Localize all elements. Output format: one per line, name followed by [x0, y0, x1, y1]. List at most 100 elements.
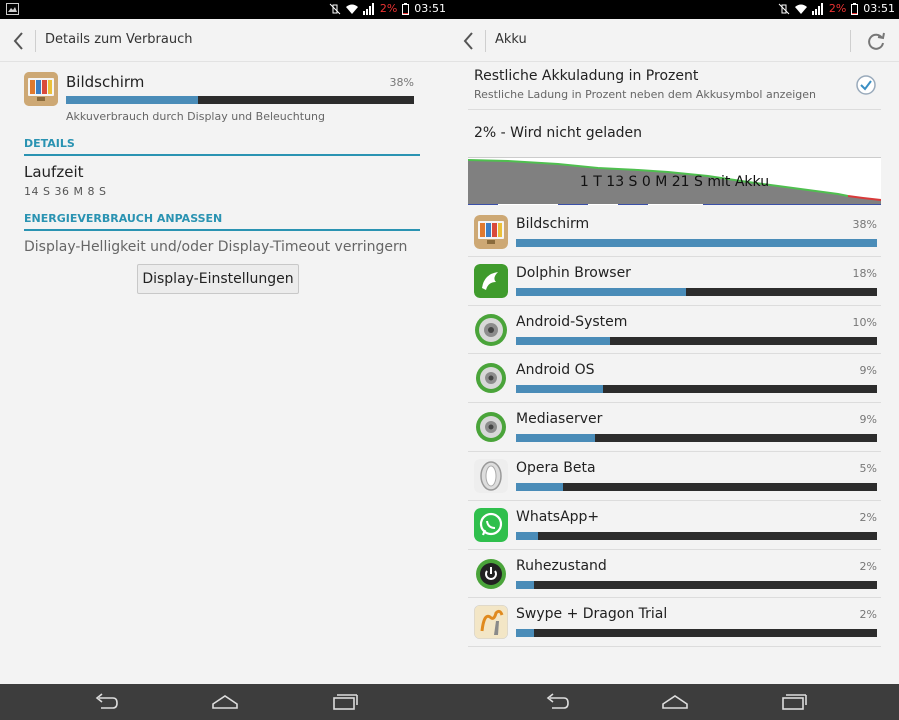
- usage-list-item[interactable]: Mediaserver 9%: [468, 403, 881, 452]
- runtime-label: Laufzeit: [24, 163, 84, 181]
- usage-bar: [516, 287, 877, 296]
- usage-percent: 2%: [859, 559, 877, 573]
- usage-bar-fill: [516, 434, 596, 443]
- app-name: Android OS: [516, 362, 595, 379]
- battery-percent-setting[interactable]: Restliche Akkuladung in Prozent Restlich…: [468, 62, 881, 110]
- usage-percent: 9%: [859, 364, 877, 378]
- nav-back-icon[interactable]: [91, 692, 121, 712]
- usage-percent: 18%: [852, 266, 877, 280]
- usage-list-item[interactable]: Swype + Dragon Trial 2%: [468, 598, 881, 648]
- screen-icon: [474, 215, 508, 249]
- nav-home-icon[interactable]: [210, 692, 240, 712]
- usage-bar: [516, 239, 877, 247]
- usage-list-item[interactable]: WhatsApp+ 2%: [468, 501, 881, 550]
- usage-bar-fill: [66, 96, 199, 104]
- usage-bar: [516, 336, 877, 345]
- opera-icon: [474, 458, 508, 493]
- usage-percent: 10%: [852, 315, 877, 329]
- app-name: Bildschirm: [66, 73, 145, 91]
- app-name: Dolphin Browser: [516, 264, 631, 281]
- nav-home-icon[interactable]: [660, 692, 690, 712]
- usage-list-item[interactable]: Bildschirm 38%: [468, 208, 881, 257]
- battery-icon: [851, 2, 859, 15]
- nav-back-icon[interactable]: [542, 692, 572, 712]
- usage-percent: 38%: [852, 218, 877, 231]
- wifi-icon: [345, 4, 358, 14]
- checkbox-checked-icon[interactable]: [855, 74, 877, 96]
- usage-list-item[interactable]: Opera Beta 5%: [468, 452, 881, 501]
- usage-bar: [516, 580, 877, 589]
- app-name: WhatsApp+: [516, 508, 600, 525]
- android-system-icon: [475, 313, 507, 346]
- gallery-notification-icon: [6, 3, 19, 15]
- nav-recents-icon[interactable]: [778, 692, 808, 712]
- page-title: Akku: [495, 32, 527, 47]
- signal-icon: [362, 2, 374, 15]
- usage-list-item[interactable]: Android OS 9%: [468, 354, 881, 404]
- battery-icon: [402, 2, 410, 15]
- back-arrow-icon[interactable]: [8, 29, 30, 53]
- mediaserver-icon: [476, 412, 506, 443]
- status-bar: 2% 03:51: [450, 0, 899, 19]
- usage-percent: 2%: [859, 608, 877, 622]
- usage-bar: [516, 482, 877, 491]
- battery-details-screen: 2% 03:51 Details zum Verbrauch Bildschir…: [0, 0, 450, 720]
- usage-bar-fill: [516, 336, 610, 345]
- refresh-icon[interactable]: [865, 30, 887, 52]
- display-settings-button[interactable]: Display-Einstellungen: [137, 264, 299, 294]
- clock: 03:51: [414, 2, 446, 15]
- divider: [35, 30, 36, 52]
- usage-bar-fill: [516, 287, 686, 296]
- usage-bar: [516, 531, 877, 540]
- whatsapp-icon: [474, 507, 508, 542]
- battery-percent: 2%: [379, 2, 398, 15]
- usage-bar-fill: [516, 482, 563, 491]
- battery-overview-screen: 2% 03:51 Akku Restliche Akkuladung in Pr…: [450, 0, 899, 720]
- usage-bar: [516, 629, 877, 638]
- back-arrow-icon[interactable]: [458, 29, 480, 53]
- dolphin-icon: [474, 263, 508, 298]
- vibrate-off-icon: [778, 3, 790, 14]
- usage-bar-fill: [516, 239, 877, 247]
- app-name: Bildschirm: [516, 216, 590, 232]
- app-name: Mediaserver: [516, 411, 603, 428]
- app-name: Android-System: [516, 313, 628, 330]
- status-bar: 2% 03:51: [0, 0, 450, 19]
- usage-list-item[interactable]: Dolphin Browser 18%: [468, 257, 881, 306]
- usage-bar: [66, 96, 414, 104]
- usage-bar-fill: [516, 580, 535, 589]
- vibrate-off-icon: [329, 3, 341, 14]
- adjust-section-header: ENERGIEVERBRAUCH ANPASSEN: [24, 212, 420, 231]
- power-icon: [476, 558, 506, 589]
- setting-subtitle: Restliche Ladung in Prozent neben dem Ak…: [474, 88, 816, 101]
- usage-percent: 5%: [859, 461, 877, 475]
- divider: [850, 30, 851, 52]
- setting-title: Restliche Akkuladung in Prozent: [474, 68, 699, 84]
- runtime-value: 14 S 36 M 8 S: [24, 185, 107, 198]
- battery-history-graph[interactable]: 1 T 13 S 0 M 21 S mit Akku: [468, 157, 881, 205]
- divider: [485, 30, 486, 52]
- action-bar: Akku: [450, 20, 899, 62]
- usage-bar-fill: [516, 385, 603, 394]
- usage-percent: 38%: [389, 76, 414, 89]
- swype-icon: [474, 605, 508, 640]
- usage-list-item[interactable]: Ruhezustand 2%: [468, 550, 881, 599]
- wifi-icon: [794, 4, 807, 14]
- usage-list-item[interactable]: Android-System 10%: [468, 306, 881, 355]
- usage-list: Bildschirm 38% Dolphin Browser 18% Android-S…: [468, 208, 881, 648]
- usage-bar-fill: [516, 531, 538, 540]
- navigation-bar: [450, 684, 899, 720]
- android-os-icon: [476, 363, 506, 394]
- navigation-bar: [0, 684, 450, 720]
- app-name: Opera Beta: [516, 459, 596, 476]
- nav-recents-icon[interactable]: [329, 692, 359, 712]
- app-name: Ruhezustand: [516, 557, 607, 574]
- action-bar: Details zum Verbrauch: [0, 20, 450, 62]
- usage-bar: [516, 434, 877, 443]
- usage-bar-fill: [516, 629, 535, 638]
- usage-percent: 9%: [859, 413, 877, 427]
- signal-icon: [811, 2, 823, 15]
- clock: 03:51: [863, 2, 895, 15]
- usage-description: Akkuverbrauch durch Display und Beleucht…: [66, 110, 326, 123]
- power-hint: Display-Helligkeit und/oder Display-Time…: [24, 239, 408, 255]
